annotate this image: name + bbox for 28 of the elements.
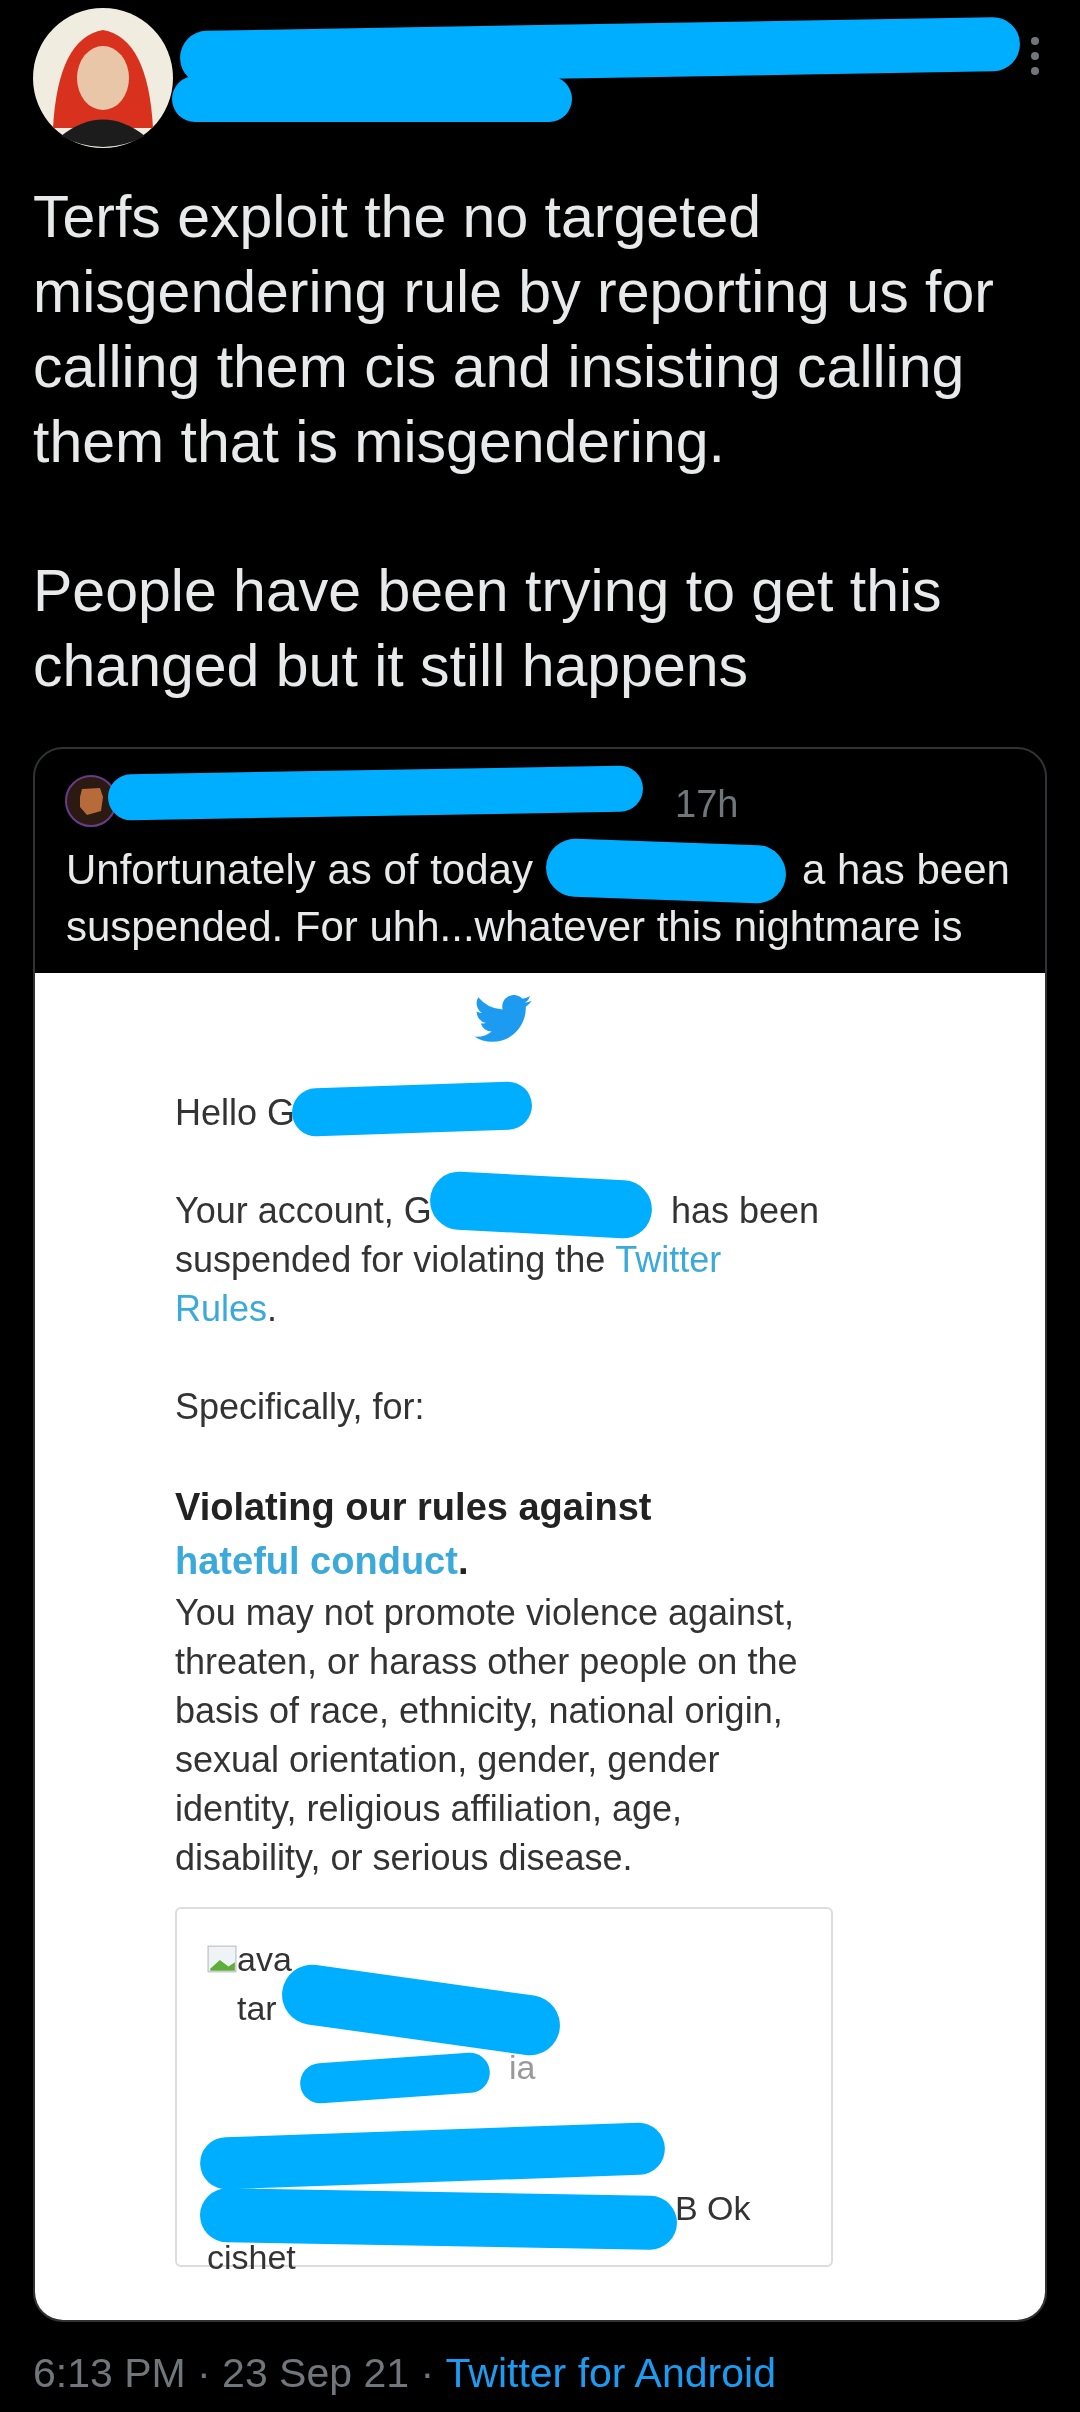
email-text: . — [267, 1287, 278, 1331]
more-icon[interactable] — [1030, 36, 1040, 76]
handle-text: ia — [509, 2047, 536, 2088]
email-heading: . — [457, 1539, 469, 1584]
bird-icon — [474, 995, 532, 1043]
quote-text: a has been — [802, 845, 1010, 895]
source-link[interactable]: Twitter for Android — [445, 2345, 776, 2401]
email-text: has been — [671, 1189, 820, 1233]
alt-text: avatar — [237, 1939, 293, 2029]
email-text: Hello G — [175, 1091, 296, 1135]
embedded-text: B Ok — [675, 2188, 751, 2229]
email-text: suspended for violating the — [175, 1238, 606, 1282]
broken-image-icon — [207, 1945, 237, 1973]
timestamp: 17h — [675, 785, 739, 823]
email-body-text: You may not promote violence against, threaten, or harass other people on the basis of race, ethnicity, national origin, sexual orientation, gender, gender identity, religious affiliation, age, disability, or serious disease. — [175, 1591, 799, 1880]
email-heading: Violating our rules against — [175, 1485, 652, 1530]
email-text: Specifically, for: — [175, 1385, 425, 1429]
quote-text: suspended. For uhh...whatever this nightmare is — [66, 902, 964, 952]
hateful-conduct-link[interactable]: hateful conduct — [175, 1534, 458, 1588]
embedded-text: cishet — [207, 2237, 296, 2278]
tweet-text: People have been trying to get this changed but it still happens — [33, 557, 943, 701]
tweet-meta: 6:13 PM · 23 Sep 21 · — [33, 2349, 436, 2398]
tweet-text: Terfs exploit the no targeted misgendering rule by reporting us for calling them cis and insisting calling them that is misgendering. — [33, 183, 995, 477]
rules-link[interactable]: Rules — [175, 1284, 268, 1333]
email-text: Your account, G — [175, 1190, 432, 1231]
avatar[interactable] — [33, 8, 173, 148]
quote-text: Unfortunately as of today — [66, 846, 533, 893]
rules-link[interactable]: Twitter — [615, 1235, 722, 1284]
